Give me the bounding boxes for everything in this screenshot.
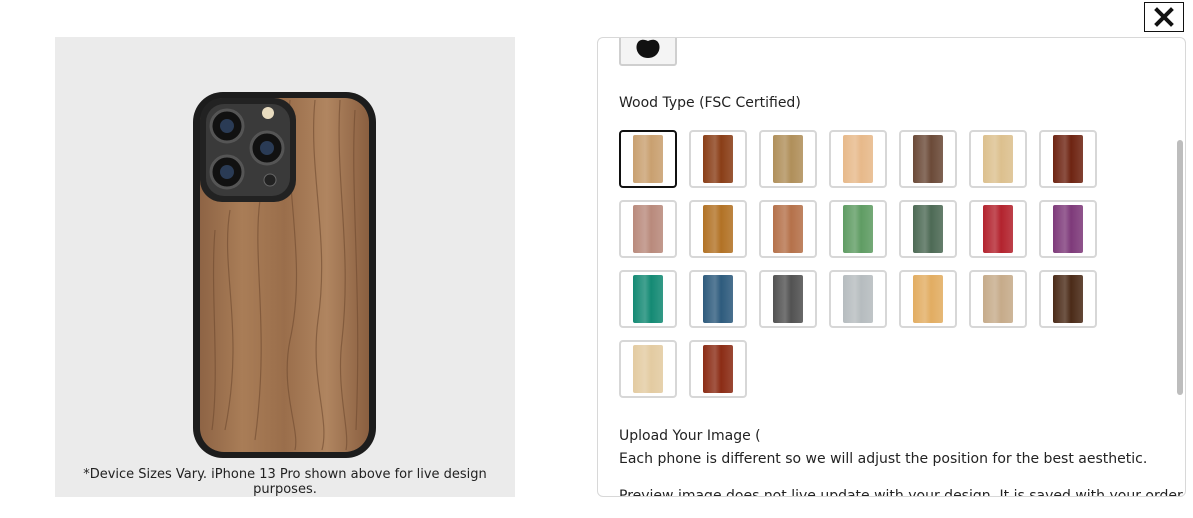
wood-swatch-fill	[983, 275, 1013, 323]
upload-preview-note: Preview image does not live update with …	[619, 488, 1186, 497]
wood-swatch[interactable]	[969, 200, 1027, 258]
wood-swatch[interactable]	[1039, 270, 1097, 328]
wood-swatch-fill	[773, 275, 803, 323]
wood-type-label: Wood Type (FSC Certified)	[619, 95, 801, 111]
device-size-caption: *Device Sizes Vary. iPhone 13 Pro shown …	[83, 467, 487, 497]
wood-swatch[interactable]	[969, 270, 1027, 328]
product-preview: *Device Sizes Vary. iPhone 13 Pro shown …	[55, 37, 515, 497]
wood-swatch[interactable]	[829, 130, 887, 188]
wood-swatch-fill	[703, 275, 733, 323]
wood-swatch[interactable]	[689, 130, 747, 188]
wood-swatch[interactable]	[899, 270, 957, 328]
wood-swatch[interactable]	[619, 270, 677, 328]
wood-swatch-fill	[983, 135, 1013, 183]
wood-swatch[interactable]	[1039, 200, 1097, 258]
wood-swatch-fill	[703, 205, 733, 253]
close-x-icon	[1154, 7, 1174, 27]
wood-swatch[interactable]	[1039, 130, 1097, 188]
wood-swatch-fill	[843, 135, 873, 183]
wood-swatch[interactable]	[829, 270, 887, 328]
brand-apple-button[interactable]	[619, 38, 677, 66]
wood-swatch-fill	[1053, 205, 1083, 253]
wood-swatch[interactable]	[689, 340, 747, 398]
wood-swatch[interactable]	[759, 130, 817, 188]
wood-swatch-fill	[703, 135, 733, 183]
wood-swatch-fill	[843, 205, 873, 253]
wood-swatch-fill	[773, 205, 803, 253]
wood-swatch-fill	[773, 135, 803, 183]
apple-logo-icon	[636, 39, 660, 58]
wood-swatch[interactable]	[969, 130, 1027, 188]
phone-case-image	[190, 90, 380, 464]
wood-swatch[interactable]	[829, 200, 887, 258]
wood-swatch-fill	[633, 275, 663, 323]
wood-swatch-fill	[1053, 275, 1083, 323]
wood-swatch[interactable]	[759, 270, 817, 328]
wood-swatch-fill	[913, 275, 943, 323]
wood-swatch[interactable]	[689, 270, 747, 328]
upload-image-label: Upload Your Image (	[619, 428, 761, 444]
wood-swatch-fill	[913, 135, 943, 183]
wood-swatch-fill	[983, 205, 1013, 253]
upload-note: Each phone is different so we will adjus…	[619, 451, 1148, 467]
wood-swatch-fill	[633, 205, 663, 253]
wood-swatch[interactable]	[619, 130, 677, 188]
wood-swatch-fill	[913, 205, 943, 253]
wood-swatch[interactable]	[689, 200, 747, 258]
wood-swatch[interactable]	[899, 200, 957, 258]
close-button[interactable]	[1144, 2, 1184, 32]
wood-swatch-fill	[633, 345, 663, 393]
wood-swatch-fill	[633, 135, 663, 183]
wood-swatch[interactable]	[899, 130, 957, 188]
wood-swatch-fill	[1053, 135, 1083, 183]
wood-swatch[interactable]	[619, 340, 677, 398]
wood-swatch-fill	[703, 345, 733, 393]
wood-swatch-fill	[843, 275, 873, 323]
options-panel: Wood Type (FSC Certified) Upload Your Im…	[597, 37, 1186, 497]
wood-swatch[interactable]	[619, 200, 677, 258]
panel-scrollbar[interactable]	[1177, 140, 1183, 395]
wood-swatch[interactable]	[759, 200, 817, 258]
